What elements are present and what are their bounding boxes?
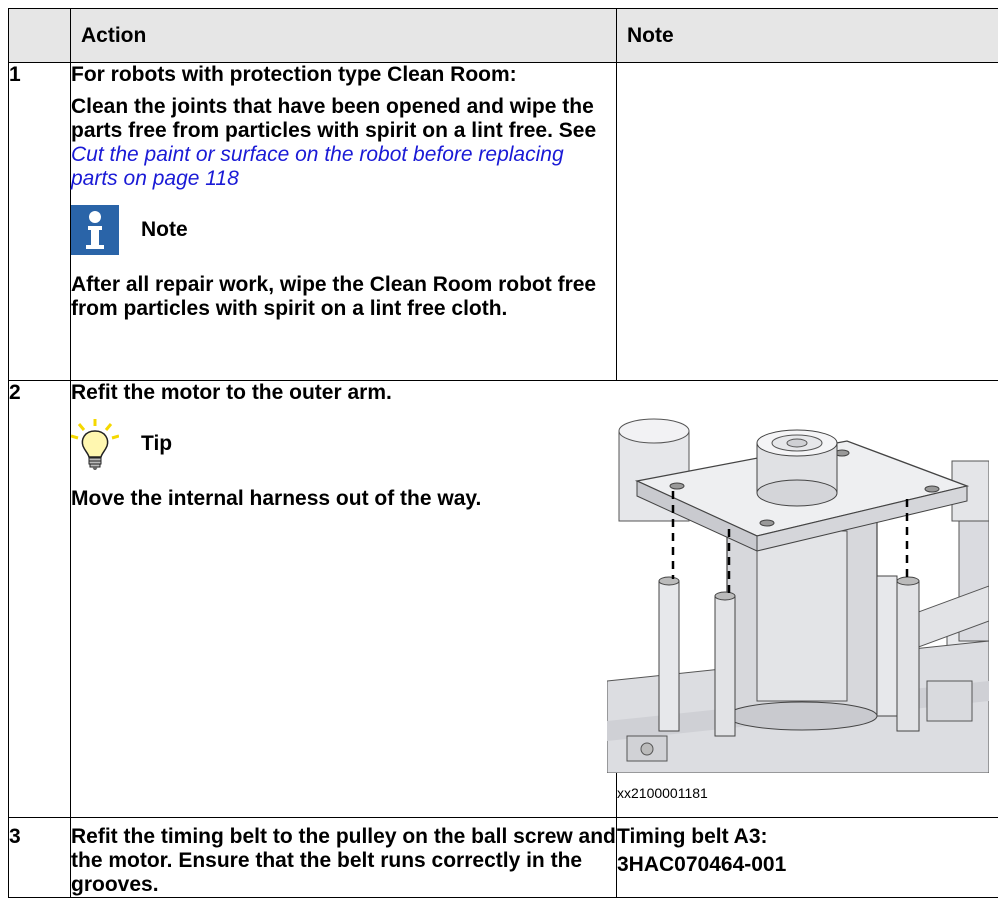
step-text-part: Clean the joints that have been opened a…	[71, 95, 597, 142]
step-text: Move the internal harness out of the way…	[71, 487, 482, 510]
header-note: Note	[616, 8, 998, 63]
step-text: For robots with protection type Clean Ro…	[71, 63, 517, 86]
header-step	[8, 8, 71, 63]
step-note: Timing belt A3: 3HAC070464-001	[616, 817, 998, 898]
motor-assembly-figure	[607, 381, 989, 773]
header-action: Action	[70, 8, 617, 63]
lightbulb-icon	[70, 419, 120, 470]
part-number: 3HAC070464-001	[617, 853, 787, 876]
step-note: xx2100001181	[607, 380, 998, 818]
step-text: After all repair work, wipe the Clean Ro…	[71, 273, 597, 320]
table-row: 2 Refit the motor to the outer arm. Tip …	[8, 380, 998, 818]
step-text: Refit the timing belt to the pulley on t…	[71, 825, 616, 896]
step-number: 1	[8, 62, 71, 381]
step-text: Clean the joints that have been opened a…	[71, 95, 616, 191]
step-note	[616, 62, 998, 381]
step-action: Refit the timing belt to the pulley on t…	[70, 817, 617, 898]
step-action: Refit the motor to the outer arm. Tip Mo…	[70, 380, 617, 818]
part-name: Timing belt A3:	[617, 825, 768, 848]
table-header-row: Action Note	[8, 8, 998, 63]
figure-id: xx2100001181	[617, 785, 708, 801]
procedure-table: Action Note 1 For robots with protection…	[8, 8, 998, 898]
callout-label: Tip	[141, 432, 173, 455]
tip-callout: Tip	[70, 419, 616, 470]
step-text: Refit the motor to the outer arm.	[71, 381, 392, 404]
cross-reference-link[interactable]: Cut the paint or surface on the robot be…	[71, 143, 564, 190]
note-callout: Note	[71, 205, 616, 255]
callout-label: Note	[141, 218, 188, 241]
step-number: 3	[8, 817, 71, 898]
step-number: 2	[8, 380, 71, 818]
step-action: For robots with protection type Clean Ro…	[70, 62, 617, 381]
table-row: 1 For robots with protection type Clean …	[8, 62, 998, 381]
table-row: 3 Refit the timing belt to the pulley on…	[8, 817, 998, 898]
info-icon	[71, 205, 119, 255]
